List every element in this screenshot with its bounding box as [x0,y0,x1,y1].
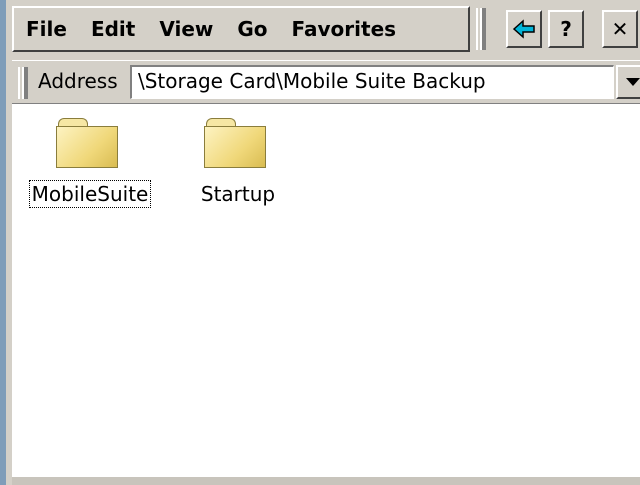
address-input[interactable]: \Storage Card\Mobile Suite Backup [130,65,614,99]
address-label: Address [38,69,118,93]
folder-label: Startup [200,182,276,206]
menu-go[interactable]: Go [225,9,279,49]
address-bar-grip[interactable] [18,67,28,99]
help-button[interactable]: ? [548,10,584,48]
toolbar-grip[interactable] [476,8,486,50]
bottom-edge [12,477,640,485]
close-button[interactable]: ✕ [602,10,638,48]
help-icon: ? [560,17,572,41]
menu-edit[interactable]: Edit [79,9,147,49]
address-bar: Address \Storage Card\Mobile Suite Backu… [12,60,640,104]
folder-icon [204,118,268,168]
folder-item-mobilesuite[interactable]: MobileSuite [20,108,160,228]
explorer-window: File Edit View Go Favorites ? ✕ Address … [0,0,640,485]
back-arrow-icon [512,19,535,39]
file-list-view[interactable]: MobileSuite Startup [12,104,640,477]
address-dropdown-button[interactable] [616,65,640,99]
menu-view[interactable]: View [147,9,225,49]
menu-favorites[interactable]: Favorites [280,9,409,49]
menu-bar: File Edit View Go Favorites [12,6,470,52]
folder-item-startup[interactable]: Startup [168,108,308,228]
back-button[interactable] [506,10,542,48]
close-icon: ✕ [611,17,629,41]
folder-label: MobileSuite [28,180,152,208]
menu-file[interactable]: File [14,9,79,49]
folder-icon [56,118,120,168]
